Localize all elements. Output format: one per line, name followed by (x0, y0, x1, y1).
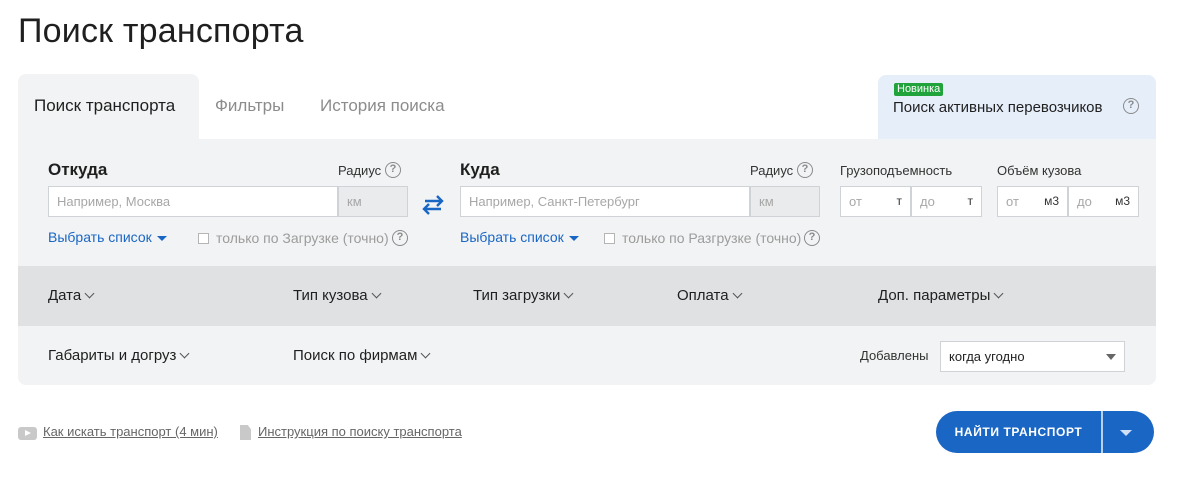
capacity-unit: т (896, 194, 903, 208)
from-label: Откуда (48, 160, 108, 179)
find-transport-button-group: НАЙТИ ТРАНСПОРТ (936, 411, 1154, 453)
volume-from-input[interactable]: от м3 (997, 186, 1068, 217)
filter-firms[interactable]: Поиск по фирмам (293, 347, 431, 364)
to-select-list-label: Выбрать список (460, 229, 564, 245)
tab-search-transport-label: Поиск транспорта (34, 96, 176, 115)
tab-search-transport[interactable]: Поиск транспорта (18, 74, 199, 139)
volume-unit: м3 (1115, 194, 1130, 208)
tab-history-label: История поиска (320, 96, 445, 115)
filter-dimensions-label: Габариты и догруз (48, 347, 177, 364)
to-radius-label: Радиус (750, 163, 794, 178)
from-radius-input[interactable]: км (338, 186, 408, 217)
from-select-list-link[interactable]: Выбрать список (48, 229, 167, 245)
to-exact-label: только по Разгрузке (точно) (622, 230, 802, 246)
tab-filters-label: Фильтры (215, 96, 285, 115)
tab-bar: Поиск транспорта Фильтры История поиска … (18, 74, 1156, 139)
find-options-dropdown-button[interactable] (1103, 411, 1154, 453)
chevron-down-icon (732, 288, 743, 299)
page-title: Поиск транспорта (18, 12, 304, 50)
from-select-list-label: Выбрать список (48, 229, 152, 245)
filter-body-type-label: Тип кузова (293, 287, 368, 304)
new-badge: Новинка (894, 83, 944, 96)
to-label: Куда (460, 160, 500, 179)
chevron-down-icon (371, 288, 382, 299)
checkbox-icon (604, 233, 615, 244)
to-exact-checkbox[interactable]: только по Разгрузке (точно) (604, 230, 801, 246)
help-icon[interactable]: ? (1123, 98, 1139, 114)
filter-dimensions[interactable]: Габариты и догруз (48, 347, 190, 364)
chevron-down-icon (84, 288, 95, 299)
volume-label: Объём кузова (997, 163, 1082, 178)
filter-load-type[interactable]: Тип загрузки (473, 287, 574, 304)
route-section: Откуда Радиус ? Например, Москва км Выбр… (18, 139, 1156, 266)
video-play-icon (18, 427, 37, 440)
chevron-down-icon (179, 348, 190, 359)
help-icon[interactable]: ? (392, 230, 408, 246)
dropdown-arrow-icon (1106, 354, 1116, 360)
instruction-link[interactable]: Инструкция по поиску транспорта (258, 424, 462, 439)
from-exact-checkbox[interactable]: только по Загрузке (точно) (198, 230, 389, 246)
caret-down-icon (568, 235, 579, 241)
swap-arrows-icon[interactable] (419, 193, 447, 217)
capacity-label: Грузоподъемность (840, 163, 953, 178)
checkbox-icon (198, 233, 209, 244)
filter-payment[interactable]: Оплата (677, 287, 743, 304)
capacity-from-placeholder: от (849, 194, 862, 209)
help-icon[interactable]: ? (797, 162, 813, 178)
filter-firms-label: Поиск по фирмам (293, 347, 418, 364)
chevron-down-icon (993, 288, 1004, 299)
from-radius-label: Радиус (338, 163, 382, 178)
search-panel: Поиск транспорта Фильтры История поиска … (18, 74, 1156, 385)
to-radius-input[interactable]: км (750, 186, 820, 217)
capacity-from-input[interactable]: от т (840, 186, 911, 217)
find-transport-button[interactable]: НАЙТИ ТРАНСПОРТ (936, 411, 1101, 453)
capacity-to-input[interactable]: до т (911, 186, 982, 217)
to-input[interactable]: Например, Санкт-Петербург (460, 186, 750, 217)
chevron-down-icon (563, 288, 574, 299)
carriers-label: Поиск активных перевозчиков (893, 99, 1103, 116)
added-select[interactable]: когда угодно (940, 341, 1125, 372)
from-input[interactable]: Например, Москва (48, 186, 338, 217)
video-help-link[interactable]: Как искать транспорт (4 мин) (43, 424, 218, 439)
filter-extra[interactable]: Доп. параметры (878, 287, 1004, 304)
filters-row-primary: Дата Тип кузова Тип загрузки Оплата Доп.… (18, 266, 1156, 326)
filter-payment-label: Оплата (677, 287, 729, 304)
volume-to-input[interactable]: до м3 (1068, 186, 1139, 217)
filter-extra-label: Доп. параметры (878, 287, 991, 304)
tab-active-carriers[interactable]: Новинка Поиск активных перевозчиков ? (878, 75, 1156, 139)
help-icon[interactable]: ? (804, 230, 820, 246)
volume-from-placeholder: от (1006, 194, 1019, 209)
filters-row-secondary: Габариты и догруз Поиск по фирмам Добавл… (18, 326, 1156, 385)
to-select-list-link[interactable]: Выбрать список (460, 229, 579, 245)
filter-load-type-label: Тип загрузки (473, 287, 561, 304)
volume-unit: м3 (1044, 194, 1059, 208)
capacity-to-placeholder: до (920, 194, 935, 209)
filter-date-label: Дата (48, 287, 82, 304)
added-select-value: когда угодно (949, 349, 1025, 364)
capacity-unit: т (967, 194, 974, 208)
volume-to-placeholder: до (1077, 194, 1092, 209)
filter-date[interactable]: Дата (48, 287, 95, 304)
help-icon[interactable]: ? (385, 162, 401, 178)
filter-body-type[interactable]: Тип кузова (293, 287, 382, 304)
added-label: Добавлены (860, 348, 929, 363)
document-icon (240, 425, 251, 440)
caret-down-icon (156, 235, 167, 241)
chevron-down-icon (420, 348, 431, 359)
from-exact-label: только по Загрузке (точно) (216, 230, 389, 246)
